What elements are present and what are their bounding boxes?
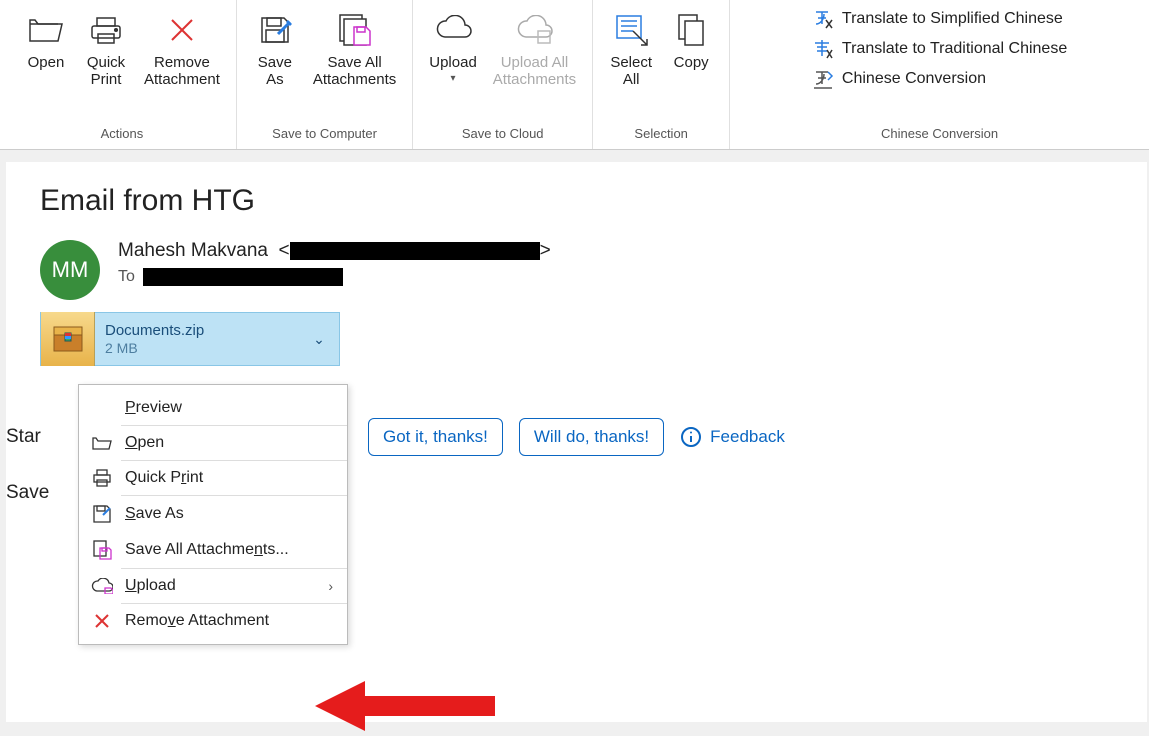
open-folder-icon	[91, 435, 113, 451]
remove-x-icon	[162, 10, 202, 50]
ribbon: Open Quick Print Remove Attachment Actio…	[0, 0, 1149, 150]
ctx-remove-label: Remove Attachment	[125, 612, 269, 630]
ctx-preview[interactable]: Preview	[79, 391, 347, 425]
open-button[interactable]: Open	[16, 6, 76, 75]
ctx-save-all[interactable]: Save All Attachments...	[79, 532, 347, 568]
suggested-reply-got-it[interactable]: Got it, thanks!	[368, 418, 503, 456]
ctx-save-all-label: Save All Attachments...	[125, 541, 289, 559]
to-address-redacted	[143, 268, 343, 286]
attachment-text: Documents.zip 2 MB	[95, 322, 299, 357]
attachment-chip[interactable]: Documents.zip 2 MB ⌄	[40, 312, 340, 366]
save-all-attachments-button[interactable]: Save All Attachments	[305, 6, 404, 93]
from-address-redacted	[290, 242, 540, 260]
group-label-save-computer: Save to Computer	[272, 124, 377, 147]
cloud-upload-icon	[433, 10, 473, 50]
suggested-reply-will-do[interactable]: Will do, thanks!	[519, 418, 664, 456]
remove-x-icon	[91, 612, 113, 630]
group-label-actions: Actions	[101, 124, 144, 147]
zip-file-icon	[41, 312, 95, 366]
sender-avatar: MM	[40, 240, 100, 300]
email-subject: Email from HTG	[40, 184, 1113, 218]
to-line: To	[118, 268, 551, 286]
save-as-label: Save As	[258, 54, 292, 89]
select-all-button[interactable]: Select All	[601, 6, 661, 93]
group-label-selection: Selection	[634, 124, 687, 147]
save-all-icon	[335, 10, 375, 50]
save-as-icon	[255, 10, 295, 50]
attachment-size: 2 MB	[105, 340, 299, 357]
chinese-conversion-icon	[812, 68, 834, 90]
chevron-down-icon[interactable]: ⌄	[299, 331, 339, 348]
save-as-button[interactable]: Save As	[245, 6, 305, 93]
ctx-save-as[interactable]: Save As	[79, 496, 347, 532]
upload-all-label: Upload All Attachments	[493, 54, 576, 89]
feedback-button[interactable]: Feedback	[680, 426, 785, 448]
quick-print-label: Quick Print	[87, 54, 125, 89]
printer-icon	[86, 10, 126, 50]
copy-icon	[671, 10, 711, 50]
upload-all-attachments-button: Upload All Attachments	[485, 6, 584, 93]
translate-simplified-label: Translate to Simplified Chinese	[842, 10, 1063, 28]
cloud-upload-all-icon	[514, 10, 554, 50]
to-label: To	[118, 268, 135, 286]
ribbon-group-save-cloud: Upload ▾ Upload All Attachments Save to …	[413, 0, 593, 149]
open-folder-icon	[26, 10, 66, 50]
attachment-name: Documents.zip	[105, 322, 299, 340]
open-label: Open	[28, 54, 65, 71]
save-as-icon	[91, 504, 113, 524]
email-reading-pane: Email from HTG MM Mahesh Makvana <> To D…	[6, 162, 1147, 722]
select-all-label: Select All	[610, 54, 652, 89]
quick-print-button[interactable]: Quick Print	[76, 6, 136, 93]
translate-simplified-icon	[812, 8, 834, 30]
chevron-right-icon: ›	[328, 578, 333, 594]
remove-attachment-button[interactable]: Remove Attachment	[136, 6, 228, 93]
ctx-save-as-label: Save As	[125, 505, 184, 523]
from-line: Mahesh Makvana <>	[118, 240, 551, 262]
remove-attachment-label: Remove Attachment	[144, 54, 220, 89]
group-label-save-cloud: Save to Cloud	[462, 124, 544, 147]
ctx-upload-label: Upload	[125, 577, 176, 595]
email-header: MM Mahesh Makvana <> To	[40, 240, 1113, 300]
upload-button[interactable]: Upload ▾	[421, 6, 485, 88]
upload-label: Upload	[429, 54, 477, 71]
feedback-label: Feedback	[710, 427, 785, 447]
ctx-quick-print[interactable]: Quick Print	[79, 461, 347, 495]
copy-label: Copy	[674, 54, 709, 71]
info-icon	[680, 426, 702, 448]
translate-traditional-button[interactable]: Translate to Traditional Chinese	[812, 36, 1067, 62]
ctx-open[interactable]: Open	[79, 426, 347, 460]
ctx-remove-attachment[interactable]: Remove Attachment	[79, 604, 347, 638]
ribbon-group-actions: Open Quick Print Remove Attachment Actio…	[8, 0, 237, 149]
save-all-icon	[91, 540, 113, 560]
group-label-chinese: Chinese Conversion	[881, 124, 998, 147]
printer-icon	[91, 469, 113, 487]
chevron-down-icon: ▾	[451, 73, 456, 84]
chinese-conversion-button[interactable]: Chinese Conversion	[812, 66, 1067, 92]
ctx-upload[interactable]: Upload ›	[79, 569, 347, 603]
select-all-icon	[611, 10, 651, 50]
save-all-label: Save All Attachments	[313, 54, 396, 89]
attachment-context-menu: Preview Open Quick Print Save As	[78, 384, 348, 645]
ctx-preview-label: Preview	[125, 399, 182, 417]
ctx-quick-print-label: Quick Print	[125, 469, 203, 487]
translate-traditional-label: Translate to Traditional Chinese	[842, 40, 1067, 58]
ctx-open-label: Open	[125, 434, 164, 452]
ribbon-group-selection: Select All Copy Selection	[593, 0, 730, 149]
ribbon-group-chinese: Translate to Simplified Chinese Translat…	[730, 0, 1149, 149]
from-name: Mahesh Makvana	[118, 240, 268, 261]
copy-button[interactable]: Copy	[661, 6, 721, 75]
body-text-clip: Star	[6, 426, 46, 448]
translate-traditional-icon	[812, 38, 834, 60]
chinese-conversion-label: Chinese Conversion	[842, 70, 986, 88]
cloud-upload-icon	[91, 578, 113, 594]
ribbon-group-save-computer: Save As Save All Attachments Save to Com…	[237, 0, 413, 149]
translate-simplified-button[interactable]: Translate to Simplified Chinese	[812, 6, 1067, 32]
